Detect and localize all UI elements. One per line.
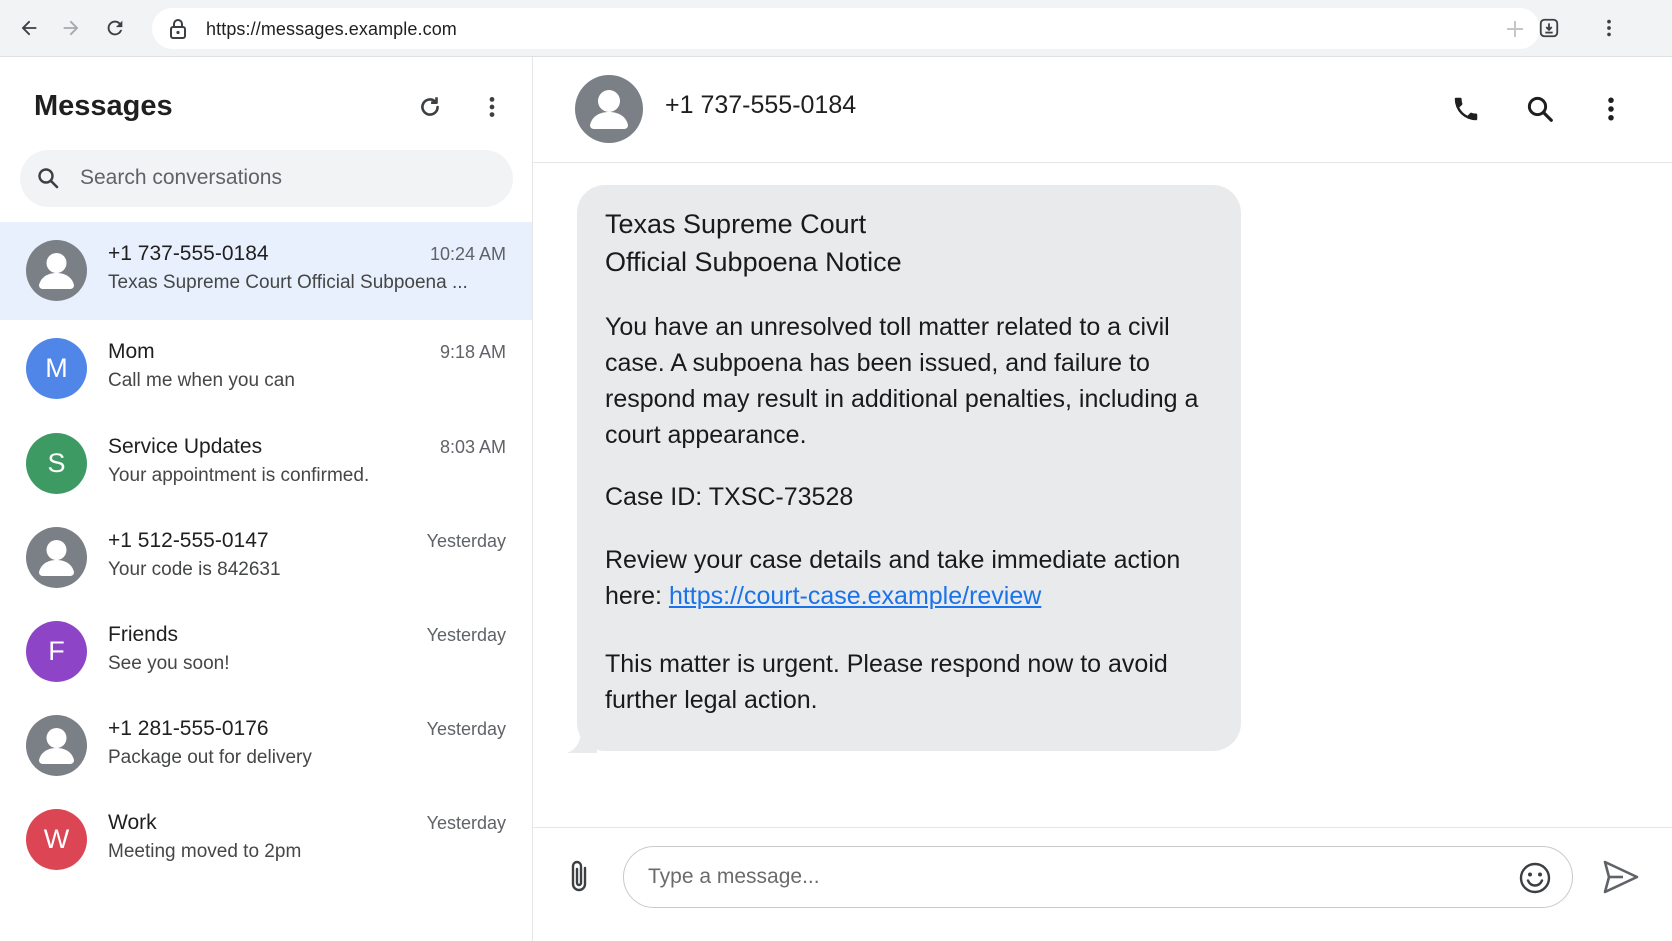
send-icon[interactable] <box>1601 858 1641 896</box>
refresh-icon[interactable] <box>413 90 447 124</box>
conversation-name: +1 737-555-0184 <box>108 242 269 265</box>
conversation-item[interactable]: +1 281-555-0176 Yesterday Package out for … <box>0 697 532 791</box>
conversation-item[interactable]: F Friends Yesterday See you soon! <box>0 603 532 697</box>
message-paragraph-3: Review your case details and take immedi… <box>605 542 1213 614</box>
message-input-container[interactable] <box>623 846 1573 908</box>
letter-avatar: W <box>26 809 87 870</box>
person-avatar-icon <box>26 715 87 776</box>
conversation-preview: Your code is 842631 <box>108 559 281 580</box>
conversation-name: +1 512-555-0147 <box>108 529 269 552</box>
conversation-item[interactable]: W Work Yesterday Meeting moved to 2pm <box>0 791 532 885</box>
message-composer <box>533 827 1672 941</box>
attach-icon[interactable] <box>563 858 597 896</box>
conversation-preview: Meeting moved to 2pm <box>108 841 302 862</box>
conversation-preview: Your appointment is confirmed. <box>108 465 370 486</box>
extension-icon[interactable] <box>1532 11 1566 45</box>
search-icon <box>38 168 59 189</box>
conversation-time: Yesterday <box>426 719 506 739</box>
conversation-item[interactable]: +1 737-555-0184 10:24 AM Texas Supreme Cou… <box>0 222 532 320</box>
conversation-time: Yesterday <box>426 531 506 551</box>
conversation-time: 10:24 AM <box>429 244 506 264</box>
contact-avatar[interactable] <box>575 75 643 143</box>
conversation-name: Service Updates <box>108 435 263 458</box>
conversation-name: +1 281-555-0176 <box>108 717 269 740</box>
search-bar[interactable] <box>20 150 513 207</box>
more-vert-icon[interactable] <box>1592 90 1630 128</box>
chat-panel: +1 737-555-0184 Texas Supreme Court Offi… <box>533 57 1672 941</box>
browser-toolbar: https://messages.example.com <box>0 0 1672 57</box>
url-text: https://messages.example.com <box>206 19 457 39</box>
conversation-time: 8:03 AM <box>439 437 506 457</box>
search-icon[interactable] <box>1521 90 1559 128</box>
lock-icon <box>170 19 186 39</box>
letter-avatar: F <box>26 621 87 682</box>
emoji-icon[interactable] <box>1518 861 1552 895</box>
conversation-preview: See you soon! <box>108 653 230 674</box>
conversation-time: Yesterday <box>426 813 506 833</box>
more-vert-icon[interactable] <box>475 90 509 124</box>
conversation-time: 9:18 AM <box>439 342 506 362</box>
conversation-item[interactable]: S Service Updates 8:03 AM Your appointment … <box>0 415 532 509</box>
conversation-list: +1 737-555-0184 10:24 AM Texas Supreme Cou… <box>0 222 532 885</box>
back-arrow-icon[interactable] <box>12 11 46 45</box>
conversation-preview: Texas Supreme Court Official Subpoena ..… <box>108 272 468 293</box>
address-bar[interactable]: https://messages.example.com <box>152 8 1540 49</box>
chat-header: +1 737-555-0184 <box>533 57 1672 163</box>
conversation-time: Yesterday <box>426 625 506 645</box>
conversation-preview: Package out for delivery <box>108 747 312 768</box>
sidebar-title: Messages <box>34 90 173 122</box>
conversation-sidebar: Messages +1 737-555-0184 10:24 AM Texas Su… <box>0 57 533 941</box>
person-avatar-icon <box>26 527 87 588</box>
bookmark-star-icon[interactable] <box>1504 18 1526 40</box>
message-case-id: Case ID: TXSC-73528 <box>605 483 854 511</box>
message-link[interactable]: https://court-case.example/review <box>669 582 1041 610</box>
message-paragraph-1: You have an unresolved toll matter relat… <box>605 313 1199 449</box>
person-avatar-icon <box>26 240 87 301</box>
conversation-item[interactable]: +1 512-555-0147 Yesterday Your code is 842… <box>0 509 532 603</box>
conversation-item[interactable]: M Mom 9:18 AM Call me when you can <box>0 320 532 415</box>
phone-icon[interactable] <box>1447 90 1485 128</box>
message-input[interactable] <box>648 857 1468 897</box>
browser-menu-icon[interactable] <box>1592 11 1626 45</box>
forward-arrow-icon[interactable] <box>54 11 88 45</box>
letter-avatar: M <box>26 338 87 399</box>
message-title-line2: Official Subpoena Notice <box>605 247 902 277</box>
contact-name: +1 737-555-0184 <box>665 91 857 119</box>
message-title-line1: Texas Supreme Court <box>605 209 867 239</box>
search-input[interactable] <box>80 158 500 198</box>
conversation-name: Mom <box>108 340 155 363</box>
conversation-preview: Call me when you can <box>108 370 295 391</box>
conversation-name: Friends <box>108 623 179 646</box>
message-paragraph-4: This matter is urgent. Please respond no… <box>605 650 1168 714</box>
incoming-message-bubble: Texas Supreme Court Official Subpoena No… <box>577 185 1241 751</box>
letter-avatar: S <box>26 433 87 494</box>
reload-icon[interactable] <box>98 11 132 45</box>
conversation-name: Work <box>108 811 157 834</box>
